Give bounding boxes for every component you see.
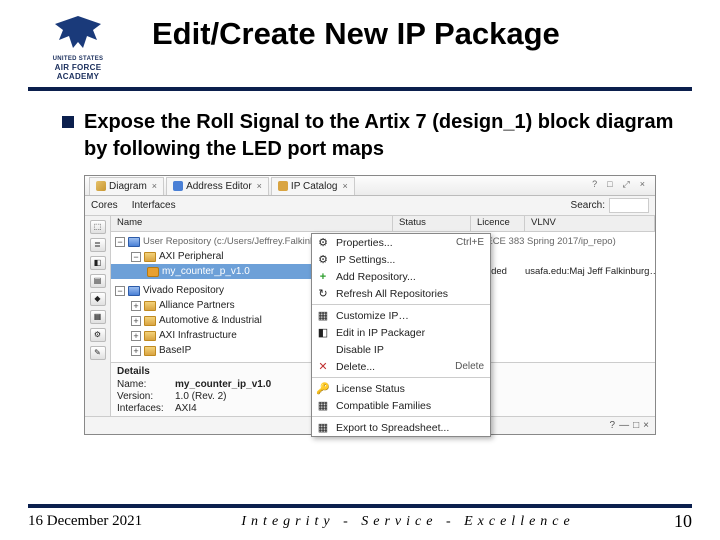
close-icon[interactable]: × xyxy=(152,181,157,191)
menu-separator xyxy=(312,304,490,305)
col-name[interactable]: Name xyxy=(111,216,393,231)
tool-icon[interactable]: ◆ xyxy=(90,292,106,306)
af-wings-icon xyxy=(47,12,109,54)
context-menu: ⚙Properties...Ctrl+E ⚙IP Settings... +Ad… xyxy=(311,233,491,437)
footer-divider xyxy=(28,504,692,508)
folder-icon xyxy=(128,286,140,296)
slide-title: Edit/Create New IP Package xyxy=(146,12,692,52)
ctx-license[interactable]: 🔑License Status xyxy=(312,380,490,397)
export-icon: ▦ xyxy=(316,421,330,435)
col-licence[interactable]: Licence xyxy=(471,216,525,231)
footer-date: 16 December 2021 xyxy=(28,513,142,530)
ctx-ip-settings[interactable]: ⚙IP Settings... xyxy=(312,251,490,268)
folder-icon xyxy=(128,237,140,247)
ctx-add-repo[interactable]: +Add Repository... xyxy=(312,268,490,285)
tab-ip-catalog[interactable]: IP Catalog× xyxy=(271,177,355,195)
expand-icon[interactable]: + xyxy=(131,301,141,311)
col-status[interactable]: Status xyxy=(393,216,471,231)
collapse-icon[interactable]: − xyxy=(131,252,141,262)
toolbar-cores[interactable]: Cores xyxy=(91,200,118,211)
delete-icon: ✕ xyxy=(316,360,330,374)
maximize-button[interactable]: □ xyxy=(603,178,616,191)
close-icon[interactable]: × xyxy=(342,181,347,191)
tool-icon[interactable]: ◧ xyxy=(90,256,106,270)
tab-diagram[interactable]: Diagram× xyxy=(89,177,164,195)
customize-icon: ▦ xyxy=(316,309,330,323)
tab-address-editor[interactable]: Address Editor× xyxy=(166,177,269,195)
collapse-icon[interactable]: − xyxy=(115,237,125,247)
expand-icon[interactable]: + xyxy=(131,346,141,356)
folder-icon xyxy=(144,301,156,311)
toolbar-interfaces[interactable]: Interfaces xyxy=(132,200,176,211)
details-version-key: Version: xyxy=(117,391,175,402)
diagram-icon xyxy=(96,181,106,191)
ip-icon xyxy=(147,267,159,277)
folder-icon xyxy=(144,316,156,326)
table-icon xyxy=(173,181,183,191)
ctx-edit-packager[interactable]: ◧Edit in IP Packager xyxy=(312,324,490,341)
usafa-logo: UNITED STATES AIR FORCE ACADEMY xyxy=(28,12,128,81)
plus-icon: + xyxy=(316,270,330,284)
ctx-customize-ip[interactable]: ▦Customize IP… xyxy=(312,307,490,324)
bullet-text: Expose the Roll Signal to the Artix 7 (d… xyxy=(84,109,682,163)
properties-icon: ⚙ xyxy=(316,236,330,250)
bullet-marker-icon xyxy=(62,116,74,128)
page-number: 10 xyxy=(674,511,692,532)
col-vlnv[interactable]: VLNV xyxy=(525,216,655,231)
tool-icon[interactable]: ⬚ xyxy=(90,220,106,234)
ctx-refresh[interactable]: ↻Refresh All Repositories xyxy=(312,285,490,302)
ctx-properties[interactable]: ⚙Properties...Ctrl+E xyxy=(312,234,490,251)
close-button[interactable]: × xyxy=(636,178,649,191)
header-divider xyxy=(28,87,692,91)
help-button[interactable]: ? xyxy=(588,178,601,191)
vlnv-cell: usafa.edu:Maj Jeff Falkinburg… xyxy=(525,266,655,277)
folder-icon xyxy=(144,331,156,341)
details-interfaces-key: Interfaces: xyxy=(117,403,175,414)
ctx-delete[interactable]: ✕Delete...Delete xyxy=(312,358,490,375)
float-button[interactable]: ⤢ xyxy=(619,178,634,191)
folder-icon xyxy=(144,252,156,262)
tool-icon[interactable]: ≣ xyxy=(90,238,106,252)
window-controls: ? □ ⤢ × xyxy=(588,178,649,191)
status-min[interactable]: — xyxy=(619,420,629,431)
status-max[interactable]: □ xyxy=(633,420,639,431)
tool-icon[interactable]: ▦ xyxy=(90,310,106,324)
bullet-item: Expose the Roll Signal to the Artix 7 (d… xyxy=(62,109,682,163)
ctx-disable-ip[interactable]: Disable IP xyxy=(312,341,490,358)
catalog-icon xyxy=(278,181,288,191)
menu-separator xyxy=(312,377,490,378)
menu-separator xyxy=(312,416,490,417)
close-icon[interactable]: × xyxy=(257,181,262,191)
ctx-compat-families[interactable]: ▦Compatible Families xyxy=(312,397,490,414)
tool-icon[interactable]: ✎ xyxy=(90,346,106,360)
search-input[interactable] xyxy=(609,198,649,213)
expand-icon[interactable]: + xyxy=(131,316,141,326)
folder-icon xyxy=(144,346,156,356)
package-icon: ◧ xyxy=(316,326,330,340)
tree-item-selected[interactable]: my_counter_p_v1.0 xyxy=(111,264,311,279)
gear-icon: ⚙ xyxy=(316,253,330,267)
families-icon: ▦ xyxy=(316,399,330,413)
tool-icon[interactable]: ▤ xyxy=(90,274,106,288)
status-help[interactable]: ? xyxy=(610,420,616,431)
status-close[interactable]: × xyxy=(643,420,649,431)
key-icon: 🔑 xyxy=(316,382,330,396)
tool-icon[interactable]: ⚙ xyxy=(90,328,106,342)
search-label: Search: xyxy=(571,200,605,211)
ctx-export-spreadsheet[interactable]: ▦Export to Spreadsheet... xyxy=(312,419,490,436)
footer-motto: Integrity - Service - Excellence xyxy=(142,514,674,530)
expand-icon[interactable]: + xyxy=(131,331,141,341)
details-name-key: Name: xyxy=(117,379,175,390)
refresh-icon: ↻ xyxy=(316,287,330,301)
collapse-icon[interactable]: − xyxy=(115,286,125,296)
vivado-screenshot: Diagram× Address Editor× IP Catalog× ? □… xyxy=(84,175,656,435)
